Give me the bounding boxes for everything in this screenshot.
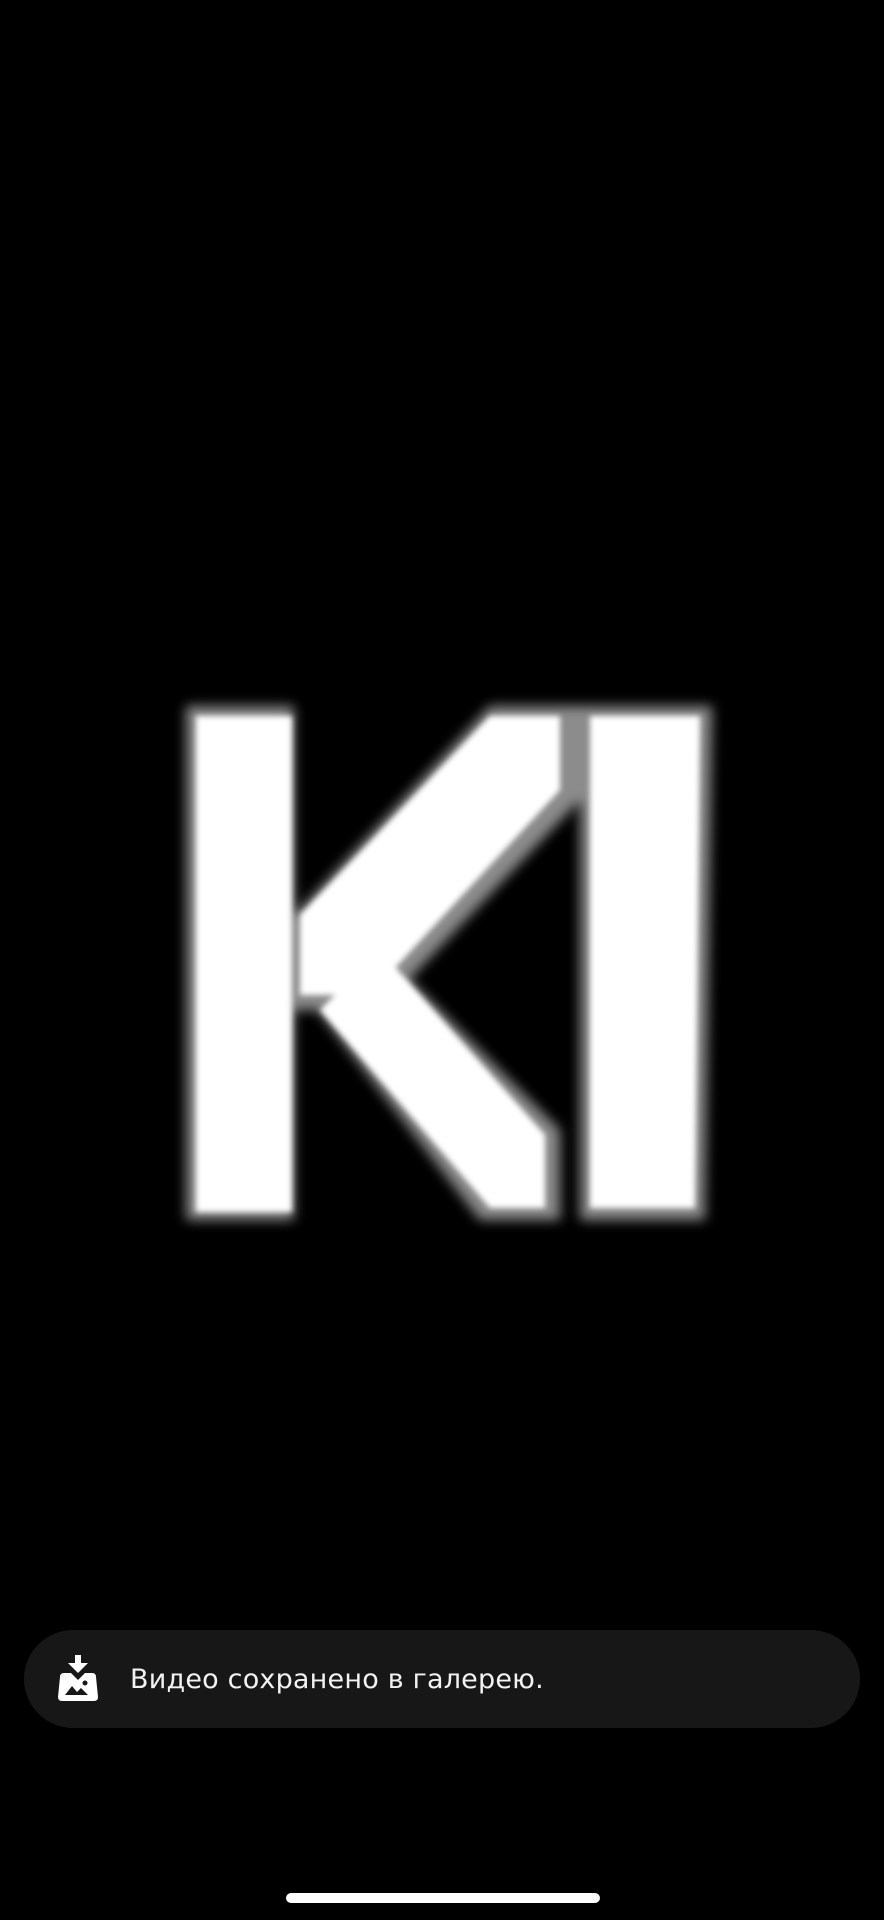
toast-message: Видео сохранено в галерею.: [130, 1663, 544, 1695]
home-indicator[interactable]: [286, 1893, 600, 1903]
saved-toast: Видео сохранено в галерею.: [24, 1630, 860, 1728]
save-to-gallery-icon: [50, 1651, 106, 1707]
k1-logo: [160, 680, 740, 1240]
